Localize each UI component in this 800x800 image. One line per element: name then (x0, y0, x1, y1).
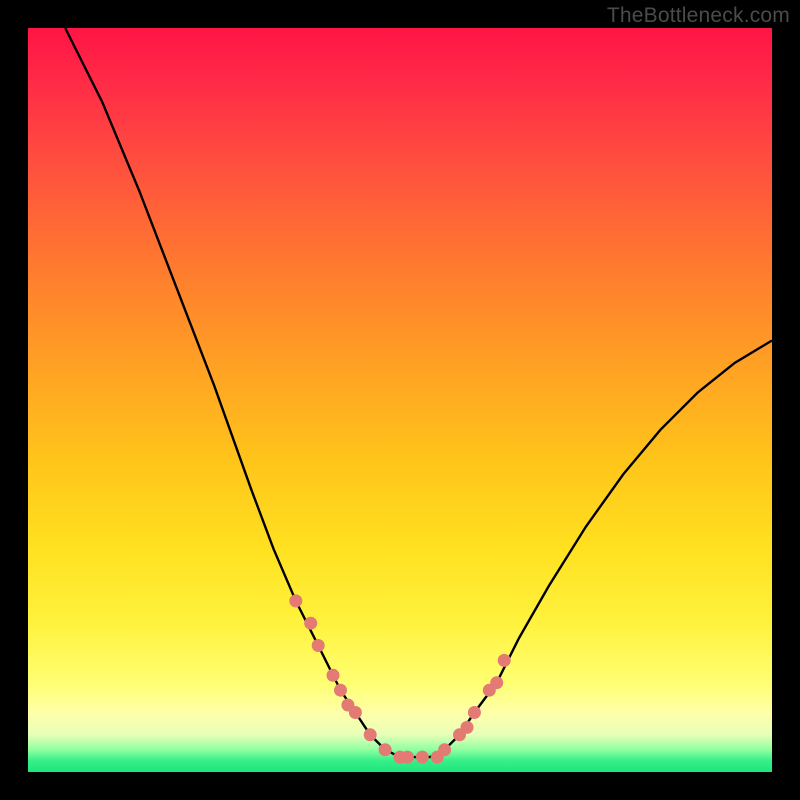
data-point (401, 751, 414, 764)
data-point (304, 617, 317, 630)
data-point (498, 654, 511, 667)
data-point-markers (289, 594, 510, 763)
data-point (327, 669, 340, 682)
data-point (364, 728, 377, 741)
data-point (349, 706, 362, 719)
data-point (334, 684, 347, 697)
data-point (468, 706, 481, 719)
data-point (438, 743, 451, 756)
chart-frame: TheBottleneck.com (0, 0, 800, 800)
data-point (289, 594, 302, 607)
watermark-text: TheBottleneck.com (607, 4, 790, 28)
data-point (379, 743, 392, 756)
plot-area (28, 28, 772, 772)
data-point (312, 639, 325, 652)
data-point (490, 676, 503, 689)
curve-layer (28, 28, 772, 772)
data-point (461, 721, 474, 734)
data-point (416, 751, 429, 764)
bottleneck-curve (65, 28, 772, 757)
